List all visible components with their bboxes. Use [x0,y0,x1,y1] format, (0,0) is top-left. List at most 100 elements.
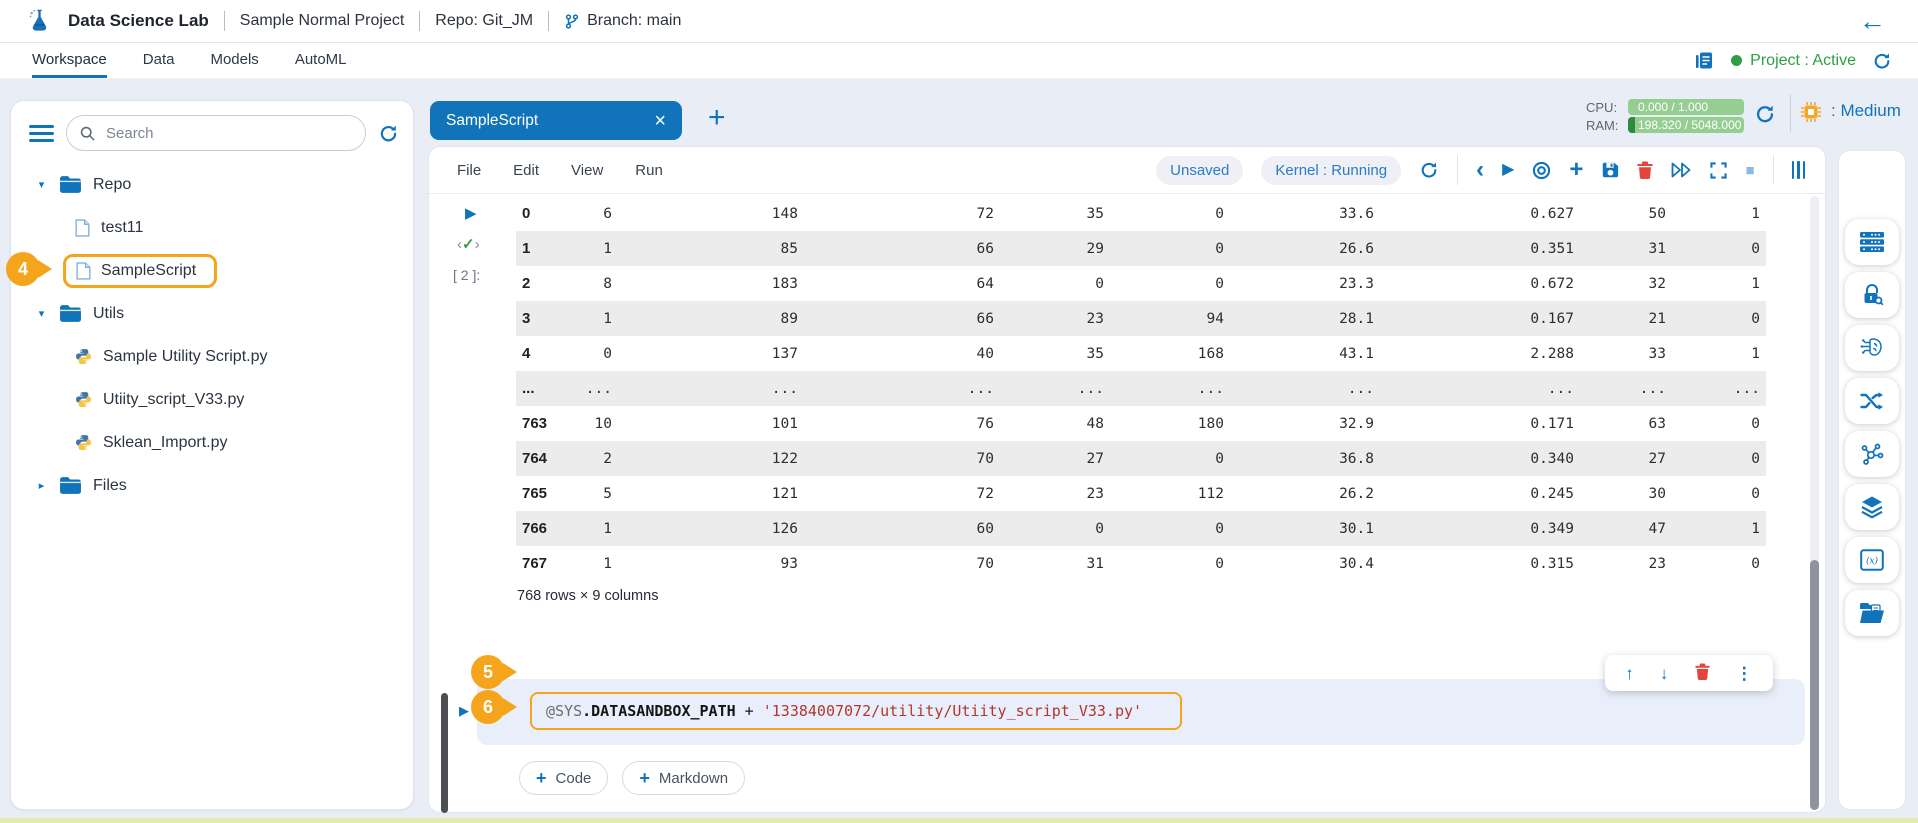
code-token-sys: @SYS [546,702,582,720]
data-cell: 0 [1110,266,1230,301]
tab-models[interactable]: Models [210,43,258,78]
tree-folder-utils[interactable]: ▾ Utils [11,292,413,335]
stop-kernel-icon[interactable]: ■ [1745,163,1754,178]
search-input[interactable] [104,124,353,143]
shuffle-icon[interactable] [1845,378,1899,424]
data-cell: 0.340 [1380,441,1580,476]
row-index-cell: 0 [516,196,562,231]
folder-icon [59,304,82,323]
notebook-editor: File Edit View Run Unsaved Kernel : Runn… [428,146,1826,813]
menu-edit[interactable]: Edit [513,162,539,179]
interrupt-kernel-target-icon[interactable] [1532,161,1551,180]
add-cell-icon[interactable]: + [1569,158,1583,182]
layers-icon[interactable] [1845,484,1899,530]
row-index-cell: 763 [516,406,562,441]
data-cell: 31 [1580,231,1672,266]
data-cell: 101 [618,406,804,441]
data-cell: 126 [618,511,804,546]
tab-automl[interactable]: AutoML [295,43,347,78]
collapse-panel-icon[interactable]: ‹ [1476,158,1484,182]
delete-cell-button[interactable] [1689,662,1716,684]
tree-file-utiity-script[interactable]: Utiity_script_V33.py [11,378,413,421]
data-cell: 8 [562,266,618,301]
data-cell: 0 [1672,406,1766,441]
row-index-cell: 767 [516,546,562,581]
file-browser-folder-icon[interactable] [1845,590,1899,636]
annotation-badge-4: 4 [6,252,40,286]
datasets-server-icon[interactable] [1845,219,1899,265]
open-document-tab[interactable]: SampleScript × [430,101,682,140]
code-cell-input[interactable]: @SYS.DATASANDBOX_PATH + '13384007072/uti… [530,692,1182,730]
menu-view[interactable]: View [571,162,603,179]
secrets-lock-key-icon[interactable] [1845,272,1899,318]
row-index-cell: 765 [516,476,562,511]
data-cell: 27 [1580,441,1672,476]
tab-title: SampleScript [446,112,538,130]
data-cell: 85 [618,231,804,266]
data-cell: ... [562,371,618,406]
data-cell: 36.8 [1230,441,1380,476]
data-cell: 2.288 [1380,336,1580,371]
notebook-scrollbar-thumb[interactable] [1810,560,1819,810]
tree-file-samplescript[interactable]: SampleScript [11,249,413,292]
run-output-cell-icon[interactable]: ▶ [465,204,477,222]
data-cell: 1 [1672,196,1766,231]
chevron-down-icon: ▾ [35,307,48,320]
variables-function-window-icon[interactable]: (x) [1845,537,1899,583]
layout-columns-icon[interactable] [1792,161,1806,179]
data-cell: 2 [562,441,618,476]
data-cell: 26.2 [1230,476,1380,511]
data-cell: 31 [1000,546,1110,581]
data-cell: 66 [804,301,1000,336]
logs-document-icon[interactable] [1693,50,1715,72]
kernel-status-badge[interactable]: Kernel : Running [1261,156,1401,185]
tree-refresh-icon[interactable] [378,123,399,144]
file-explorer-sidebar: ▾ Repo test11 SampleScript [10,100,414,810]
ml-brain-circuit-icon[interactable] [1845,325,1899,371]
data-cell: 64 [804,266,1000,301]
project-refresh-icon[interactable] [1872,51,1892,71]
tree-file-sklean-import[interactable]: Sklean_Import.py [11,421,413,464]
data-cell: 33.6 [1230,196,1380,231]
fullscreen-icon[interactable] [1710,162,1727,179]
cell-menu-kebab-button[interactable]: ⋮ [1730,664,1759,683]
back-button[interactable]: ← [1853,7,1892,36]
run-code-cell-icon[interactable]: ▶ [459,703,469,719]
add-markdown-cell-button[interactable]: + Markdown [622,761,745,795]
python-file-icon [75,434,92,451]
resources-refresh-icon[interactable] [1754,103,1776,125]
data-cell: 121 [618,476,804,511]
tab-data[interactable]: Data [143,43,175,78]
chevron-down-icon: ▾ [35,178,48,191]
tab-workspace[interactable]: Workspace [32,43,107,78]
delete-notebook-trash-icon[interactable] [1637,161,1653,179]
divider [548,11,549,31]
tree-folder-files[interactable]: ▸ Files [11,464,413,507]
close-tab-icon[interactable]: × [654,111,666,131]
app-title: Data Science Lab [68,11,209,31]
tree-folder-repo[interactable]: ▾ Repo [11,163,413,206]
menu-file[interactable]: File [457,162,481,179]
tree-file-test11[interactable]: test11 [11,206,413,249]
network-nodes-icon[interactable] [1845,431,1899,477]
run-cell-icon[interactable]: ▶ [1502,162,1514,178]
row-index-cell: 3 [516,301,562,336]
save-notebook-icon[interactable] [1601,161,1619,179]
add-cell-actions: + Code + Markdown [519,761,745,795]
folder-label: Utils [93,305,124,323]
cpu-label: CPU: [1586,100,1622,115]
row-index-cell: 4 [516,336,562,371]
kernel-refresh-icon[interactable] [1419,160,1439,180]
add-code-cell-button[interactable]: + Code [519,761,608,795]
tree-file-sample-utility[interactable]: Sample Utility Script.py [11,335,413,378]
data-cell: 63 [1580,406,1672,441]
run-all-fast-forward-icon[interactable] [1671,162,1692,178]
add-code-label: Code [556,770,592,787]
folder-label: Files [93,477,127,495]
data-cell: 33 [1580,336,1672,371]
move-cell-down-button[interactable]: ↓ [1654,664,1675,683]
new-tab-button[interactable]: + [702,102,732,134]
menu-run[interactable]: Run [635,162,663,179]
move-cell-up-button[interactable]: ↑ [1619,664,1640,683]
menu-hamburger-icon[interactable] [29,125,54,142]
